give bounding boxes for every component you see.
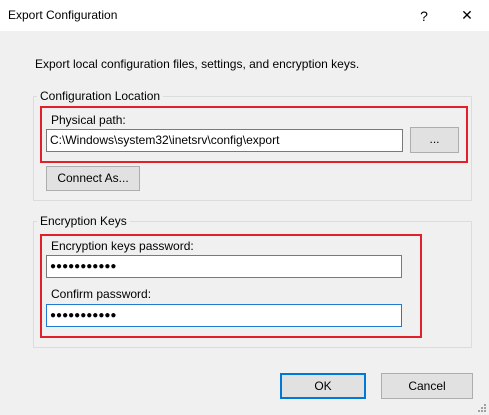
help-button[interactable]: ? bbox=[404, 0, 444, 31]
help-icon: ? bbox=[420, 7, 428, 24]
confirm-password-input[interactable]: ●●●●●●●●●●● bbox=[46, 304, 402, 327]
export-configuration-dialog: Export Configuration ? ✕ Export local co… bbox=[0, 0, 489, 415]
ok-button[interactable]: OK bbox=[280, 373, 366, 399]
encryption-password-label: Encryption keys password: bbox=[51, 239, 194, 253]
title-bar: Export Configuration ? ✕ bbox=[0, 0, 489, 31]
resize-grip-icon[interactable] bbox=[476, 402, 486, 412]
physical-path-input[interactable]: C:\Windows\system32\inetsrv\config\expor… bbox=[46, 129, 403, 152]
confirm-password-label: Confirm password: bbox=[51, 287, 152, 301]
close-icon: ✕ bbox=[461, 7, 473, 23]
dialog-description: Export local configuration files, settin… bbox=[35, 57, 360, 71]
connect-as-button[interactable]: Connect As... bbox=[46, 166, 140, 191]
window-title: Export Configuration bbox=[8, 8, 118, 22]
cancel-button[interactable]: Cancel bbox=[381, 373, 473, 399]
close-button[interactable]: ✕ bbox=[447, 0, 487, 31]
encryption-password-input[interactable]: ●●●●●●●●●●● bbox=[46, 255, 402, 278]
browse-button[interactable]: ... bbox=[410, 127, 459, 153]
physical-path-label: Physical path: bbox=[51, 113, 126, 127]
encryption-keys-legend: Encryption Keys bbox=[40, 214, 127, 228]
configuration-location-legend: Configuration Location bbox=[40, 89, 161, 103]
